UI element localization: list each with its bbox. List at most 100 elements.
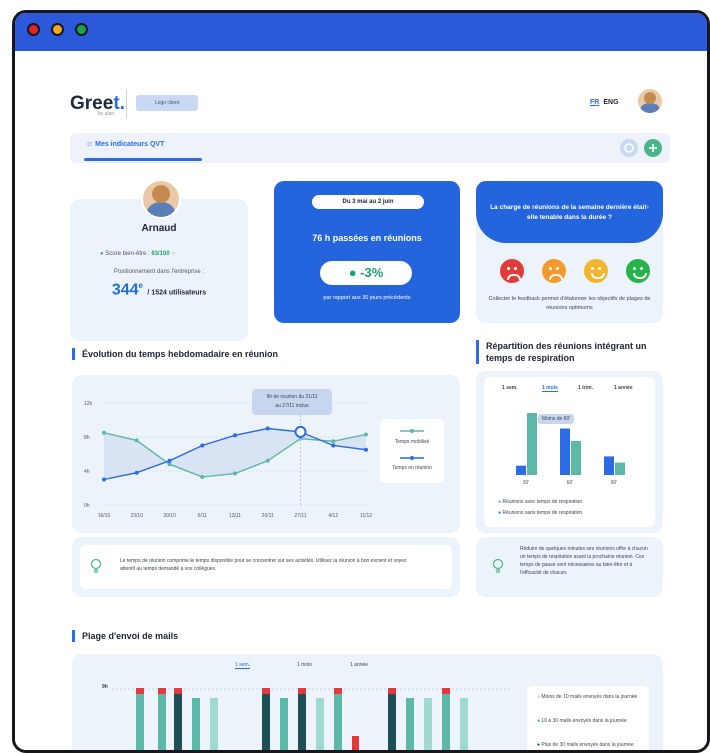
x-tick-label: 27/11 [294,513,306,519]
survey-question: La charge de réunions de la semaine dern… [490,204,649,221]
legend-swatches [400,429,424,460]
highlight-point [294,425,307,438]
x-tick-label: 4/12 [328,513,338,519]
close-window-button[interactable] [27,23,40,36]
legend-mobilized: Temps mobilisé [394,439,430,445]
mail-bar [388,692,396,750]
mail-period-week[interactable]: 1 sem. [235,662,251,669]
dark-teal-dot-icon: ● [537,742,541,748]
mails-bar-chart[interactable] [112,674,542,753]
evolution-legend: Temps mobilisé Temps en réunion [380,419,444,483]
tab-underline [84,158,202,161]
mail-bar [262,692,270,750]
date-range-pill[interactable]: Du 3 mai au 2 juin [312,195,424,209]
data-point [364,432,368,437]
lang-fr[interactable]: FR [590,99,599,106]
mails-legend-2: ● 10 à 30 mails envoyés dans la journée [537,718,643,725]
data-point [200,443,205,448]
mail-period-month[interactable]: 1 mois [297,662,312,668]
mail-bar [298,692,306,750]
respiration-bar [516,465,526,475]
y-tick-label: 12h [84,401,93,407]
feedback-text: Collecter le feedback permet d'étalonner… [488,296,651,311]
logo-accent: t. [113,93,125,114]
dashboard: Greet. by alan Logo client FR ENG ☺ Mes i… [15,51,707,750]
respiration-bar-chart[interactable]: 30' 60' 90' [484,393,654,493]
user-avatar[interactable] [638,89,662,113]
data-point [364,447,368,452]
data-point [167,458,172,463]
mail-bar [334,692,342,750]
profile-card: Arnaud ● Score bien-être : 63/100 ○ Posi… [70,179,248,341]
respiration-tooltip: Moins de 60' [538,414,575,424]
minimize-window-button[interactable] [51,23,64,36]
data-point [265,426,270,431]
data-point [233,471,237,476]
period-1-year[interactable]: 1 année [614,385,633,391]
data-point [331,443,336,448]
evolution-title: Évolution du temps hebdomadaire en réuni… [72,348,278,360]
x-tick-label: 16/10 [98,513,111,519]
unhappy-face-icon[interactable] [542,259,566,283]
info-icon[interactable]: ○ [171,251,175,257]
profile-avatar [141,179,181,219]
mail-bar [158,692,166,750]
evolution-tip: Le temps de réunion comprime le temps di… [80,545,452,589]
settings-button[interactable] [620,139,638,157]
client-logo: Logo client [136,95,198,111]
legend-meeting: Temps en réunion [392,465,432,471]
lang-eng[interactable]: ENG [603,99,618,106]
mails-legend-text-3: Plus de 30 mails envoyés dans la journée [541,742,634,748]
mail-bar-top [158,688,166,694]
rank-total: / 1524 utilisateurs [147,289,207,297]
respiration-tip-card: Réduire de quelques minutes ses réunions… [476,537,663,597]
title-bar [15,13,707,51]
evolution-tip-card: Le temps de réunion comprime le temps di… [72,537,460,597]
plus-icon [649,144,657,152]
respiration-bar [571,440,581,475]
profile-name: Arnaud [141,223,177,234]
heart-icon: ● [100,251,104,257]
teal-dot-icon: ● [537,718,541,724]
neutral-face-icon[interactable] [584,259,608,283]
data-point [233,433,237,438]
rank-sup: e [138,281,143,290]
mail-bar-top [334,688,342,694]
tab-indicateurs-qvt[interactable]: ☺ Mes indicateurs QVT [86,141,164,148]
period-1-quarter[interactable]: 1 trim. [578,385,593,391]
y-tick-label: 4h [84,469,90,475]
legend-with: Réunions avec temps de respiration [502,499,583,505]
mail-bar [174,692,182,750]
score-value: 63/100 [151,251,170,257]
mails-legend: ● Moins de 10 mails envoyés dans la jour… [527,686,649,750]
mail-bar-top [388,688,396,694]
maximize-window-button[interactable] [75,23,88,36]
happy-face-icon[interactable] [626,259,650,283]
mail-bar-top [174,688,182,694]
mail-period-year[interactable]: 1 année [350,662,368,668]
mails-legend-text-1: Moins de 10 mails envoyés dans la journé… [541,694,638,700]
lightbulb-icon [492,559,504,573]
x-tick-label: 30/10 [163,513,176,519]
light-teal-dot-icon: ● [537,694,541,700]
app-logo[interactable]: Greet. by alan [70,93,125,117]
score-line: ● Score bien-être : 63/100 ○ [100,251,175,257]
language-switch[interactable]: FR ENG [590,99,619,106]
very-unhappy-face-icon[interactable] [500,259,524,283]
mails-legend-text-2: 10 à 30 mails envoyés dans la journée [541,718,627,724]
respiration-title: Répartition des réunions intégrant un te… [476,340,662,364]
data-point [167,462,172,467]
mails-chart-card: 1 sem. 1 mois 1 année 9h ● Moins de 10 m… [72,654,663,753]
respiration-chart-card: 1 sem. 1 mois 1 trim. 1 année 30' 60' 90' … [476,371,663,533]
meeting-hours: 76 h passées en réunions [312,233,422,243]
respiration-bar [560,428,570,475]
add-button[interactable] [644,139,662,157]
period-1-week[interactable]: 1 sem. [502,385,518,391]
top-bar: Greet. by alan Logo client FR ENG [70,85,670,125]
data-point [102,477,106,482]
blue-dot-icon: ● [498,510,502,516]
respiration-bar [604,456,614,475]
mail-bar [460,698,468,750]
period-1-month[interactable]: 1 mois [542,385,558,392]
tab-bar: ☺ Mes indicateurs QVT [70,133,670,163]
